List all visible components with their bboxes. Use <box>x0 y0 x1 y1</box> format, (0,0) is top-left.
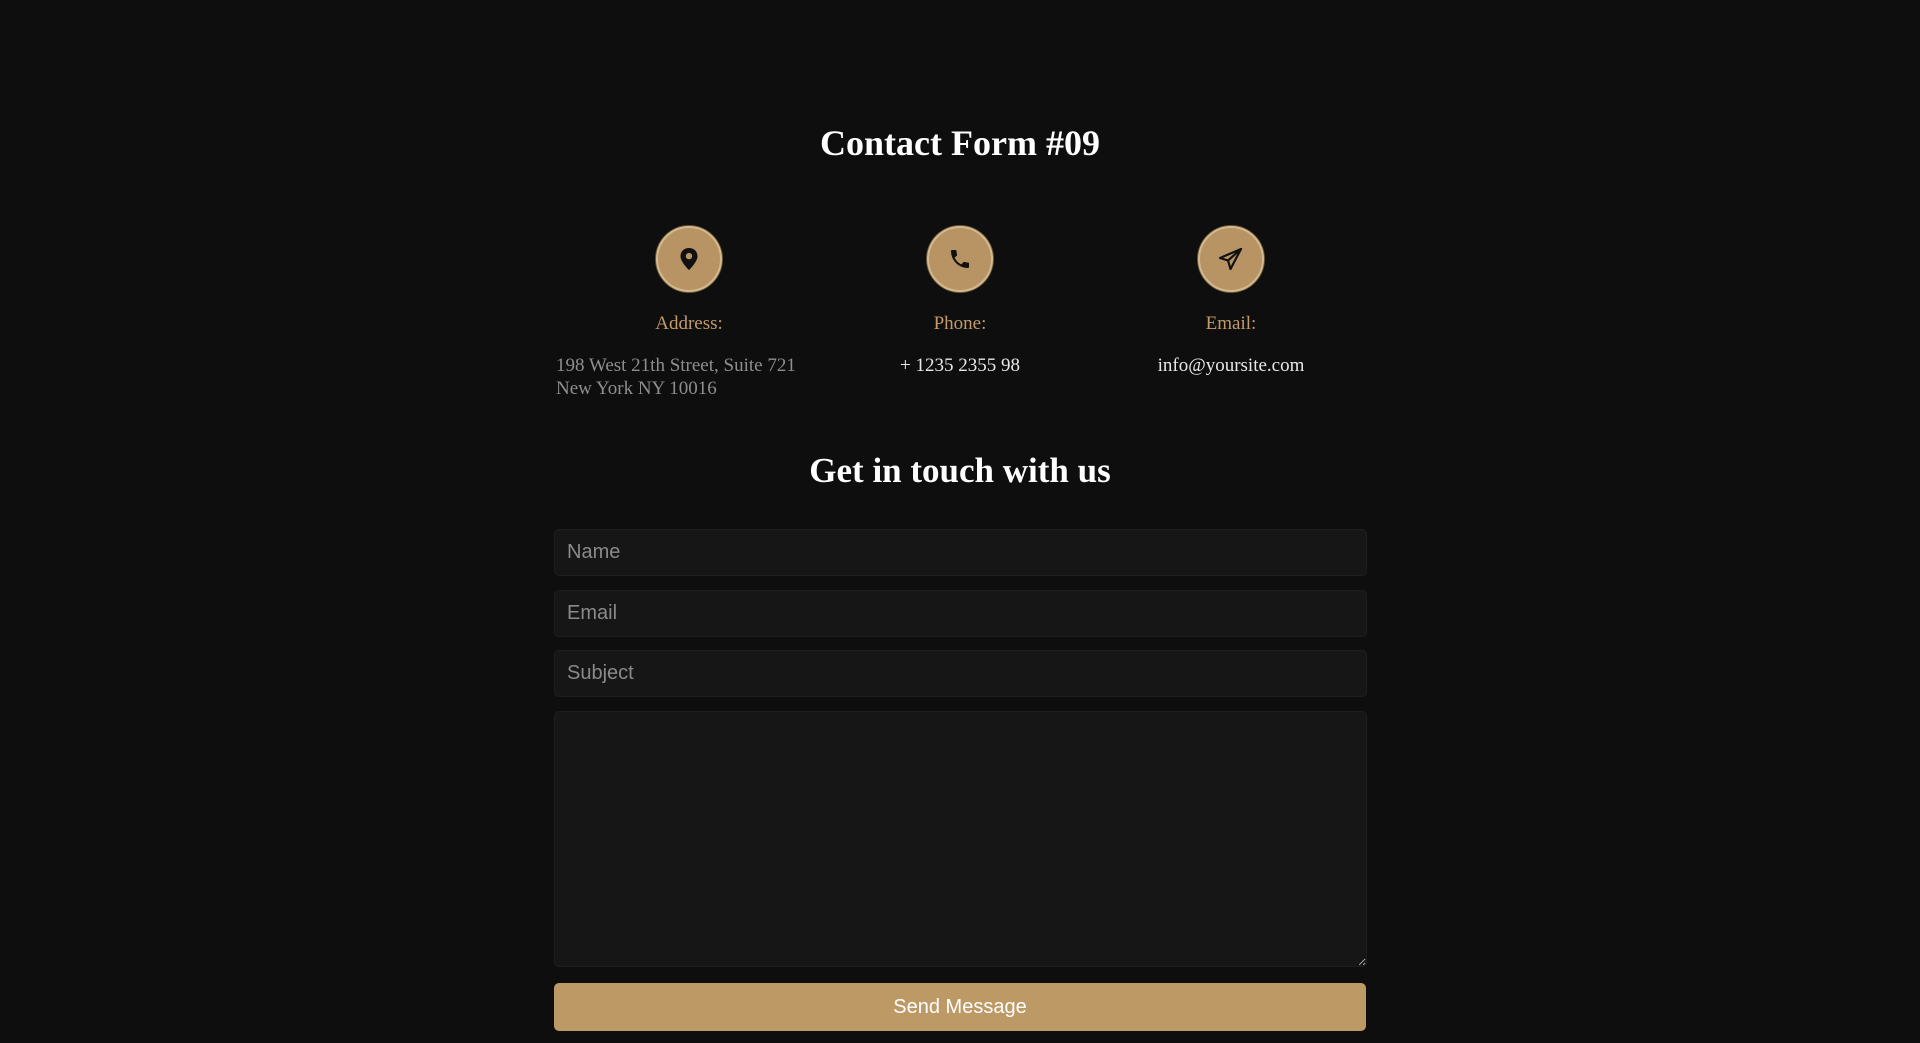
page-title: Contact Form #09 <box>820 123 1100 163</box>
address-info: Address: 198 West 21th Street, Suite 721… <box>554 226 824 400</box>
contact-page: Contact Form #09 Address: 198 West 21th … <box>0 0 1920 1043</box>
phone-icon <box>948 247 972 271</box>
address-label: Address: <box>655 313 723 334</box>
map-pin-icon <box>679 247 699 271</box>
email-label: Email: <box>1205 313 1257 334</box>
paper-plane-icon <box>1218 247 1244 271</box>
phone-info: Phone: + 1235 2355 98 <box>825 226 1095 377</box>
message-textarea[interactable] <box>554 711 1367 967</box>
phone-label: Phone: <box>933 313 987 334</box>
phone-icon-badge <box>927 226 993 292</box>
phone-value[interactable]: + 1235 2355 98 <box>825 354 1095 377</box>
address-value: 198 West 21th Street, Suite 721 New York… <box>556 355 796 399</box>
email-value[interactable]: info@yoursite.com <box>1096 354 1366 377</box>
send-message-button[interactable]: Send Message <box>554 983 1366 1031</box>
email-input[interactable] <box>554 590 1367 637</box>
address-icon-badge <box>656 226 722 292</box>
name-input[interactable] <box>554 529 1367 576</box>
form-heading: Get in touch with us <box>809 451 1111 490</box>
subject-input[interactable] <box>554 650 1367 697</box>
email-info: Email: info@yoursite.com <box>1096 226 1366 377</box>
email-icon-badge <box>1198 226 1264 292</box>
